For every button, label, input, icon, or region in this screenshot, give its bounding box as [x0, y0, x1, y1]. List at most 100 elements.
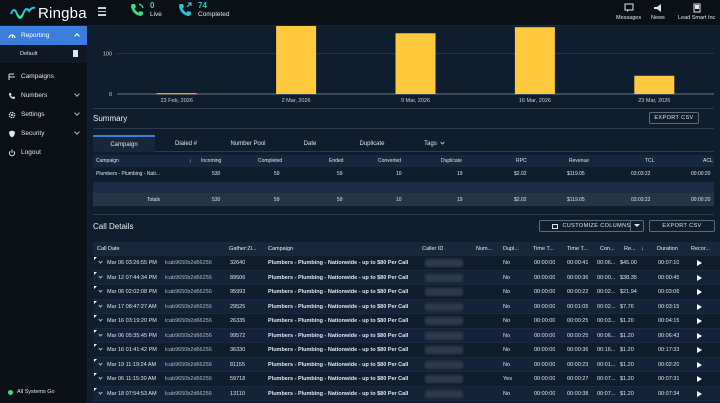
column-header[interactable]: Recor...: [691, 246, 710, 252]
table-row[interactable]: Mar 16 01:41:42 PM lcab9650b2d66256 36330 P…: [93, 343, 720, 358]
news-button[interactable]: News: [651, 3, 665, 21]
table-row[interactable]: Mar 19 11:19:24 AM lcab9650b2d66256 81155 P…: [93, 357, 720, 372]
tab-date[interactable]: Date: [279, 135, 341, 152]
revenue: $21.94: [620, 289, 637, 295]
column-header[interactable]: Time T...: [533, 246, 554, 252]
play-recording-icon[interactable]: [697, 303, 702, 310]
chevron-down-icon[interactable]: [98, 360, 103, 366]
table-row[interactable]: Mar 06 02:02:08 PM lcab9650b2d66256 95993 P…: [93, 285, 720, 300]
column-header[interactable]: RPC: [516, 158, 527, 164]
campaign-name: Plumbers - Plumbing - Nationwide - up to…: [268, 303, 409, 310]
column-header[interactable]: Incoming: [201, 158, 221, 164]
chart-bar: [634, 75, 675, 94]
tab-tags[interactable]: Tags: [403, 135, 465, 152]
play-recording-icon[interactable]: [697, 347, 702, 353]
calls-export-csv-button[interactable]: EXPORT CSV: [649, 220, 715, 232]
call-id: lcab9650b2d66256: [165, 376, 212, 382]
sidebar-item-campaigns[interactable]: Campaigns: [0, 67, 87, 86]
campaign-name: Plumbers - Plumbing - Nationwide - up to…: [268, 332, 409, 339]
table-row[interactable]: Mar 18 07:54:53 AM lcab9650b2d66256 13110 P…: [93, 386, 720, 401]
play-recording-icon[interactable]: [697, 274, 702, 281]
column-header[interactable]: Duplicate: [441, 158, 462, 164]
tab-campaign[interactable]: Campaign: [93, 135, 155, 152]
sidebar-item-settings[interactable]: Settings: [0, 105, 87, 124]
summary-data-row[interactable]: Plumbers - Plumbing - Nati... 530 59 59 …: [93, 167, 714, 182]
play-recording-icon[interactable]: [697, 361, 702, 368]
column-header[interactable]: Campaign: [96, 158, 119, 164]
play-recording-icon[interactable]: [697, 390, 702, 397]
connected-duration: 00:03...: [597, 318, 616, 324]
table-row[interactable]: Mar 06 05:35:45 PM lcab9650b2d66256 99572 P…: [93, 328, 720, 343]
column-header[interactable]: Num...: [476, 246, 492, 252]
column-header[interactable]: Gather:Zi...: [229, 246, 257, 252]
sidebar-item-reporting[interactable]: Reporting: [0, 26, 87, 45]
tab-number-pool[interactable]: Number Pool: [217, 135, 279, 152]
play-recording-icon[interactable]: [697, 318, 702, 324]
table-row[interactable]: Mar 17 08:47:27 AM lcab9650b2d66256 29525 P…: [93, 299, 720, 314]
tab-dialed[interactable]: Dialed #: [155, 135, 217, 152]
sidebar-item-numbers[interactable]: Numbers: [0, 86, 87, 105]
chevron-down-icon[interactable]: [98, 375, 103, 380]
cell: 59: [337, 171, 343, 177]
play-recording-icon[interactable]: [697, 260, 702, 266]
caret-down-icon[interactable]: [634, 224, 640, 227]
chevron-down-icon[interactable]: [98, 346, 103, 351]
chevron-down-icon[interactable]: [98, 317, 103, 322]
duration: 00:07:31: [658, 376, 680, 382]
table-row[interactable]: Mar 06 11:15:30 AM lcab9650b2d66256 59718 P…: [93, 372, 720, 387]
campaign-name: Plumbers - Plumbing - Nationwide - up to…: [268, 347, 409, 353]
sidebar-item-logout[interactable]: Logout: [0, 143, 87, 162]
call-date: Mar 16 01:41:42 PM: [107, 347, 157, 353]
column-header[interactable]: Duration: [657, 246, 678, 252]
duration: 00:07:10: [658, 260, 680, 266]
summary-title: Summary: [93, 114, 128, 123]
completed-calls-stat[interactable]: 74 Completed: [177, 2, 229, 19]
column-header[interactable]: ACL: [703, 158, 713, 164]
column-header[interactable]: Re...: [624, 246, 636, 252]
chevron-down-icon[interactable]: [98, 302, 103, 308]
play-recording-icon[interactable]: [697, 289, 702, 295]
column-header[interactable]: Converted: [378, 158, 401, 164]
corner-flag-icon: [94, 257, 97, 260]
account-button[interactable]: Lead Smart Inc: [678, 3, 715, 21]
column-header[interactable]: Revenue: [569, 158, 589, 164]
play-recording-icon[interactable]: [697, 332, 702, 339]
customize-columns-button[interactable]: CUSTOMIZE COLUMNS: [539, 220, 644, 232]
phone-completed-icon: [179, 2, 192, 17]
column-header[interactable]: TCL: [645, 158, 654, 164]
live-calls-stat[interactable]: 0 Live: [129, 2, 162, 19]
hamburger-menu-icon[interactable]: [98, 7, 106, 16]
column-header[interactable]: Time T...: [567, 246, 588, 252]
columns-icon: [552, 223, 559, 229]
column-header[interactable]: Campaign: [268, 246, 293, 252]
chevron-down-icon[interactable]: [98, 273, 103, 279]
chevron-down-icon[interactable]: [98, 389, 103, 395]
sidebar-item-default[interactable]: Default: [0, 45, 87, 63]
table-row[interactable]: Mar 12 07:44:34 PM lcab9650b2d66256 89506 P…: [93, 270, 720, 285]
messages-button[interactable]: Messages: [616, 3, 641, 21]
call-date: Mar 06 11:15:30 AM: [107, 376, 157, 382]
column-header[interactable]: Dupl...: [503, 246, 519, 252]
column-header[interactable]: Con...: [600, 246, 615, 252]
sidebar-item-security[interactable]: Security: [0, 124, 87, 143]
column-header[interactable]: Ended: [329, 158, 343, 164]
duration: 00:03:15: [658, 303, 680, 310]
table-row[interactable]: Mar 16 03:19:20 PM lcab9650b2d66256 26335 P…: [93, 314, 720, 329]
play-recording-icon[interactable]: [697, 376, 702, 382]
column-header[interactable]: Call Date: [97, 246, 120, 252]
chevron-down-icon[interactable]: [98, 259, 103, 264]
tab-duplicate[interactable]: Duplicate: [341, 135, 403, 152]
sort-desc-icon[interactable]: ↓: [641, 246, 644, 252]
column-header[interactable]: Completed: [258, 158, 282, 164]
summary-export-csv-button[interactable]: EXPORT CSV: [649, 112, 699, 124]
sort-desc-icon[interactable]: ↓: [189, 158, 192, 164]
duration: 00:17:33: [658, 347, 680, 353]
chevron-down-icon[interactable]: [98, 331, 103, 337]
logo[interactable]: Ringba: [10, 3, 87, 23]
call-id: lcab9650b2d66256: [165, 289, 212, 295]
y-tick-label: 100: [103, 52, 112, 58]
time-to-call: 00:00:00: [534, 274, 556, 281]
chevron-down-icon[interactable]: [98, 288, 103, 293]
table-row[interactable]: Mar 06 03:26:55 PM lcab9650b2d66256 32640 P…: [93, 256, 720, 271]
column-header[interactable]: Caller ID: [422, 246, 443, 252]
